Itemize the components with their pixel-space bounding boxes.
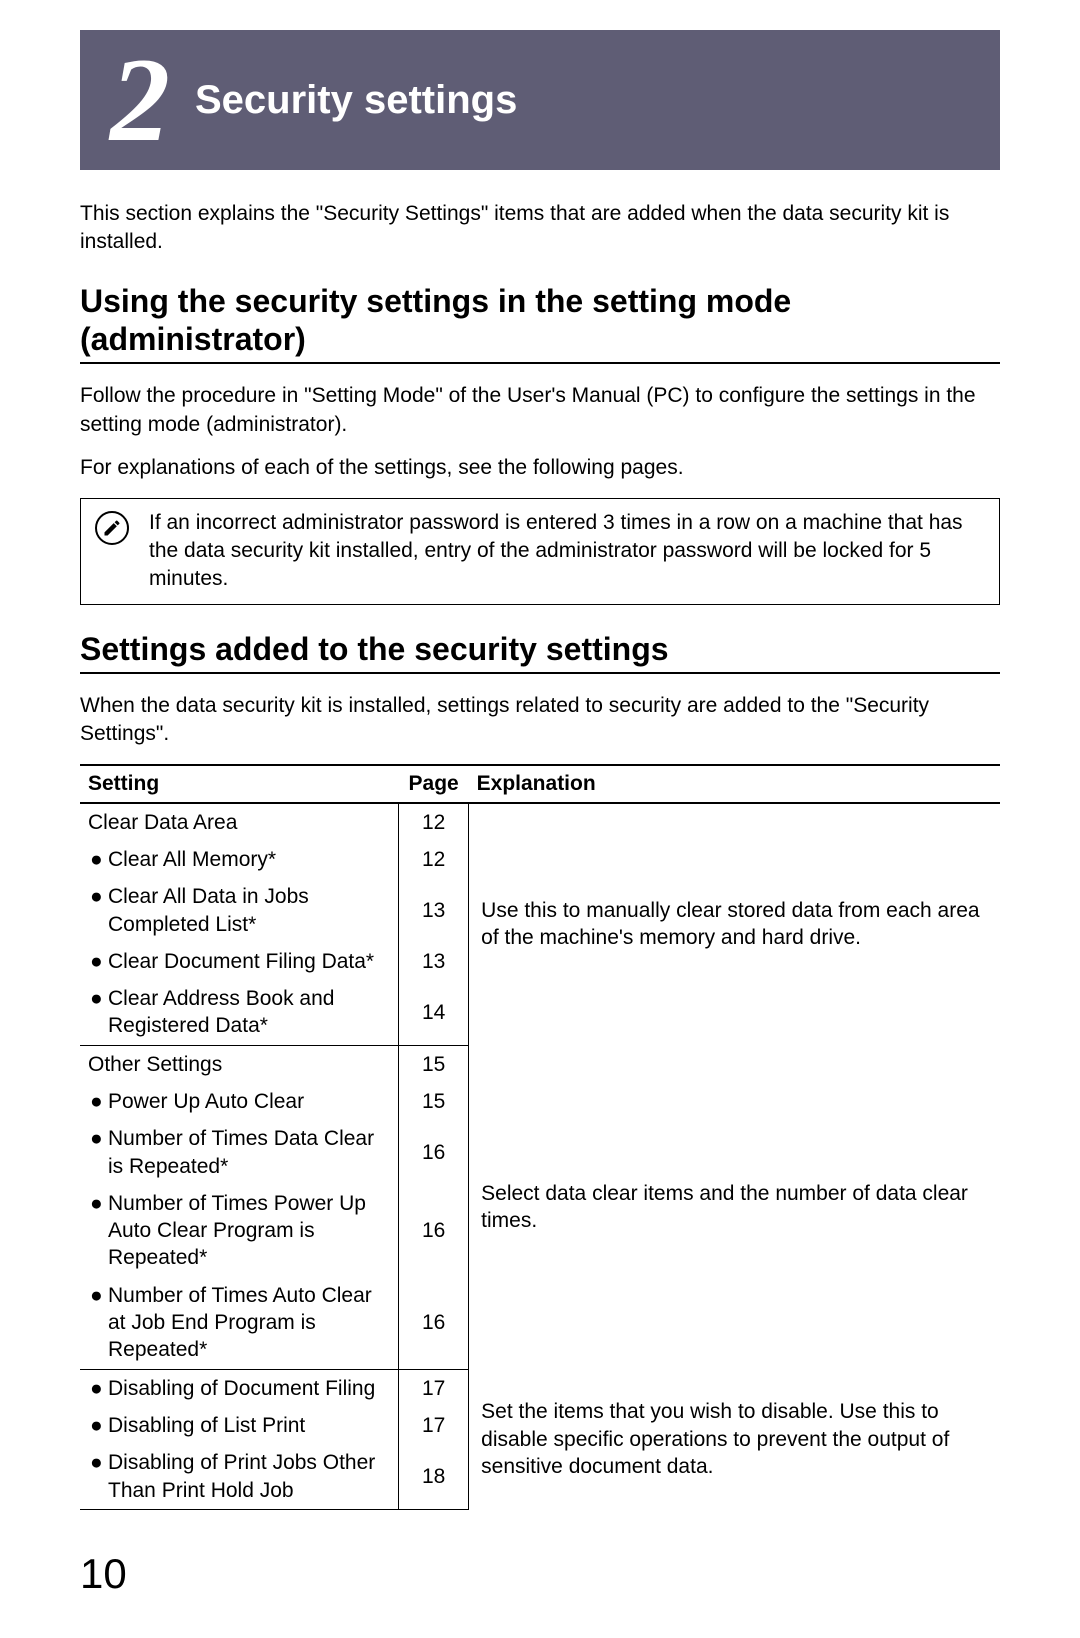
bullet-icon: ●	[90, 1449, 108, 1476]
section1-p2: For explanations of each of the settings…	[80, 454, 1000, 482]
setting-label: Clear Document Filing Data*	[108, 950, 374, 973]
page-ref: 16	[399, 1185, 469, 1277]
setting-label: Disabling of Document Filing	[108, 1377, 375, 1400]
setting-label: Disabling of Print Jobs Other Than Print…	[108, 1451, 375, 1501]
section2-title: Settings added to the security settings	[80, 630, 1000, 674]
bullet-icon: ●	[90, 883, 108, 910]
setting-label: Clear All Memory*	[108, 848, 276, 871]
group1-header-page: 12	[399, 803, 469, 841]
chapter-number: 2	[110, 40, 170, 160]
table-row: ●Disabling of Document Filing 17 Set the…	[80, 1369, 1000, 1407]
section1-title: Using the security settings in the setti…	[80, 282, 1000, 365]
bullet-icon: ●	[90, 1190, 108, 1217]
bullet-icon: ●	[90, 948, 108, 975]
bullet-icon: ●	[90, 1282, 108, 1309]
settings-table: Setting Page Explanation Clear Data Area…	[80, 764, 1000, 1510]
setting-label: Power Up Auto Clear	[108, 1090, 304, 1113]
page-ref: 18	[399, 1444, 469, 1509]
th-explanation: Explanation	[469, 765, 1000, 803]
page-number: 10	[80, 1550, 1000, 1598]
group1-header-setting: Clear Data Area	[80, 803, 399, 841]
setting-label: Clear Address Book and Registered Data*	[108, 987, 334, 1037]
th-setting: Setting	[80, 765, 399, 803]
page-ref: 17	[399, 1407, 469, 1444]
intro-text: This section explains the "Security Sett…	[80, 200, 1000, 257]
setting-label: Number of Times Data Clear is Repeated*	[108, 1127, 374, 1177]
page-ref: 13	[399, 943, 469, 980]
group2-explanation: Select data clear items and the number o…	[469, 1045, 1000, 1369]
chapter-title: Security settings	[195, 78, 517, 123]
page-ref: 16	[399, 1277, 469, 1369]
section2-p1: When the data security kit is installed,…	[80, 692, 1000, 749]
section1-p1: Follow the procedure in "Setting Mode" o…	[80, 382, 1000, 439]
table-header-row: Setting Page Explanation	[80, 765, 1000, 803]
pencil-icon	[95, 511, 129, 545]
bullet-icon: ●	[90, 1125, 108, 1152]
page-ref: 13	[399, 878, 469, 943]
page-ref: 12	[399, 841, 469, 878]
bullet-icon: ●	[90, 985, 108, 1012]
setting-label: Disabling of List Print	[108, 1414, 305, 1437]
setting-label: Number of Times Power Up Auto Clear Prog…	[108, 1192, 366, 1270]
note-box: If an incorrect administrator password i…	[80, 498, 1000, 605]
bullet-icon: ●	[90, 1088, 108, 1115]
group3-explanation: Set the items that you wish to disable. …	[469, 1369, 1000, 1509]
note-text: If an incorrect administrator password i…	[149, 509, 985, 594]
table-row: Clear Data Area 12 Use this to manually …	[80, 803, 1000, 841]
th-page: Page	[399, 765, 469, 803]
setting-label: Clear All Data in Jobs Completed List*	[108, 885, 309, 935]
group2-header-setting: Other Settings	[80, 1045, 399, 1083]
table-row: Other Settings 15 Select data clear item…	[80, 1045, 1000, 1083]
setting-label: Number of Times Auto Clear at Job End Pr…	[108, 1284, 372, 1362]
page-ref: 15	[399, 1083, 469, 1120]
page-ref: 16	[399, 1120, 469, 1185]
bullet-icon: ●	[90, 846, 108, 873]
chapter-banner: 2 Security settings	[80, 30, 1000, 170]
bullet-icon: ●	[90, 1412, 108, 1439]
group1-explanation: Use this to manually clear stored data f…	[469, 803, 1000, 1046]
group2-header-page: 15	[399, 1045, 469, 1083]
bullet-icon: ●	[90, 1375, 108, 1402]
page-ref: 14	[399, 980, 469, 1045]
page-ref: 17	[399, 1369, 469, 1407]
